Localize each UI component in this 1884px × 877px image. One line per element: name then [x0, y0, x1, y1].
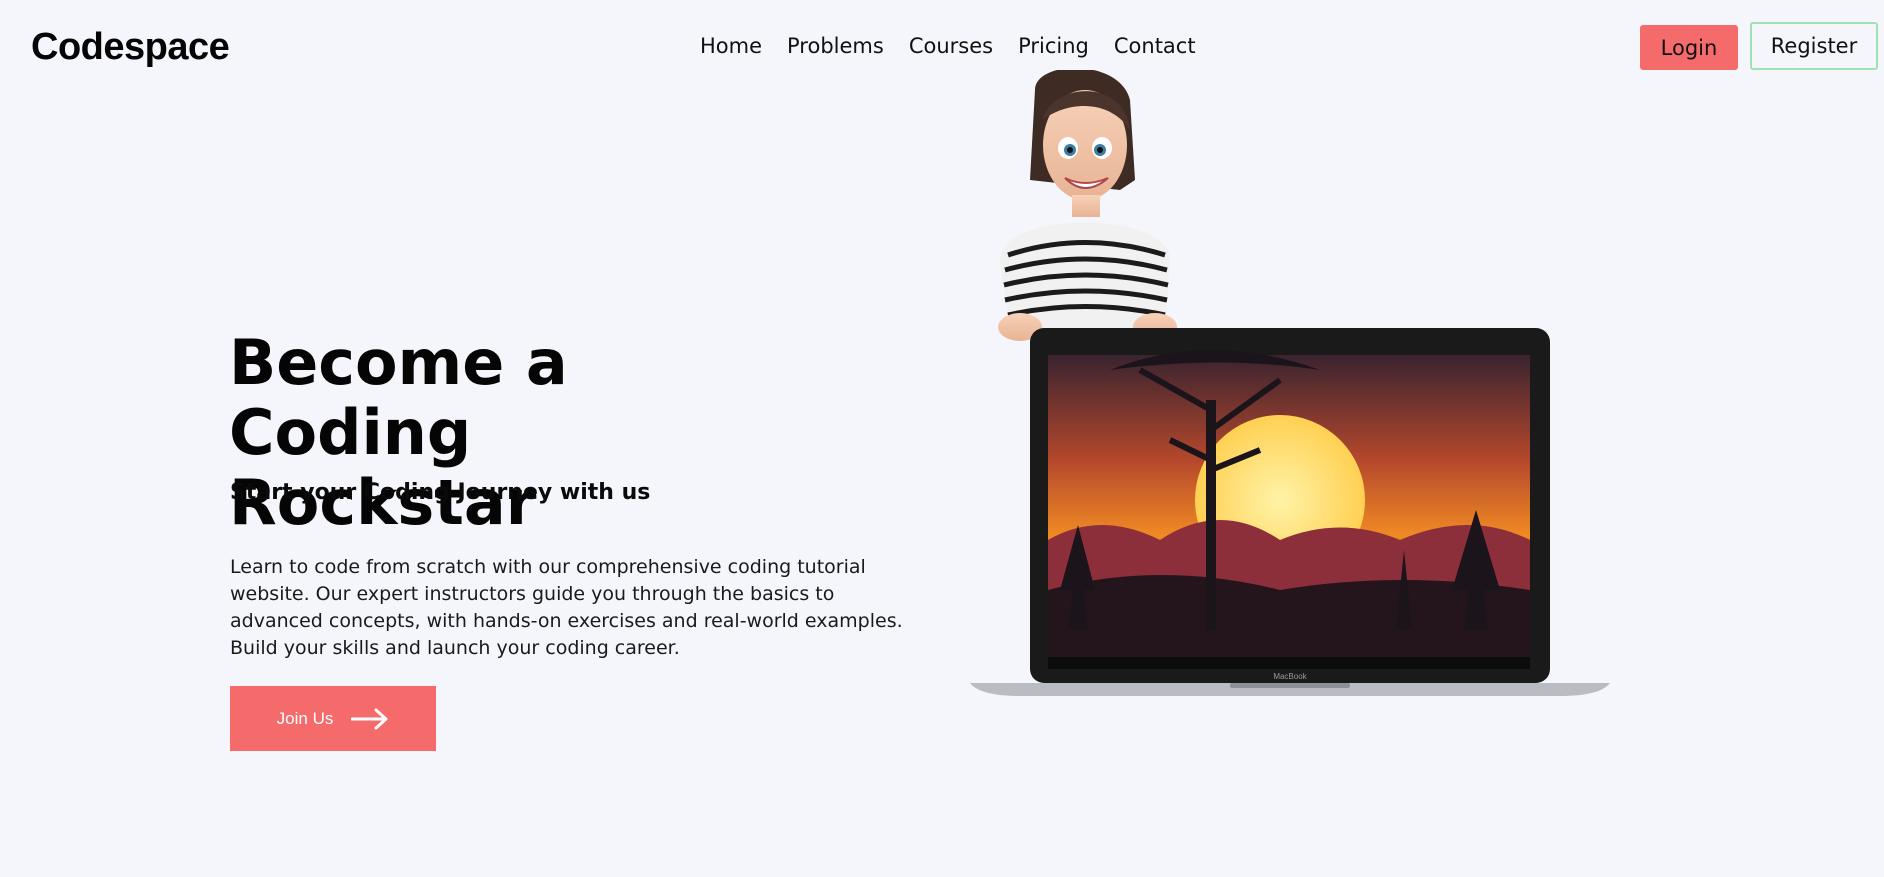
hero-title: Become a Coding Rockstar	[229, 326, 568, 539]
hero-description: Learn to code from scratch with our comp…	[230, 556, 903, 659]
character-figure	[998, 70, 1177, 341]
join-us-button[interactable]: Join Us	[230, 686, 436, 751]
arrow-right-icon	[351, 708, 388, 729]
laptop-illustration: MacBook	[970, 328, 1610, 696]
nav-item-contact[interactable]: Contact	[1114, 34, 1196, 58]
hero-subtitle: Start your Coding Journey with us	[230, 480, 651, 505]
brand-logo[interactable]: Codespace	[31, 26, 230, 69]
register-button[interactable]: Register	[1750, 22, 1878, 70]
join-us-label: Join Us	[276, 708, 334, 728]
nav-item-problems[interactable]: Problems	[787, 34, 884, 58]
laptop-brand-label: MacBook	[1273, 672, 1307, 681]
hero-illustration: MacBook	[970, 70, 1610, 696]
login-button[interactable]: Login	[1640, 25, 1738, 70]
nav-item-pricing[interactable]: Pricing	[1018, 34, 1089, 58]
nav-item-courses[interactable]: Courses	[909, 34, 993, 58]
main-nav: Home Problems Courses Pricing Contact	[700, 34, 1221, 58]
nav-item-home[interactable]: Home	[700, 34, 762, 58]
